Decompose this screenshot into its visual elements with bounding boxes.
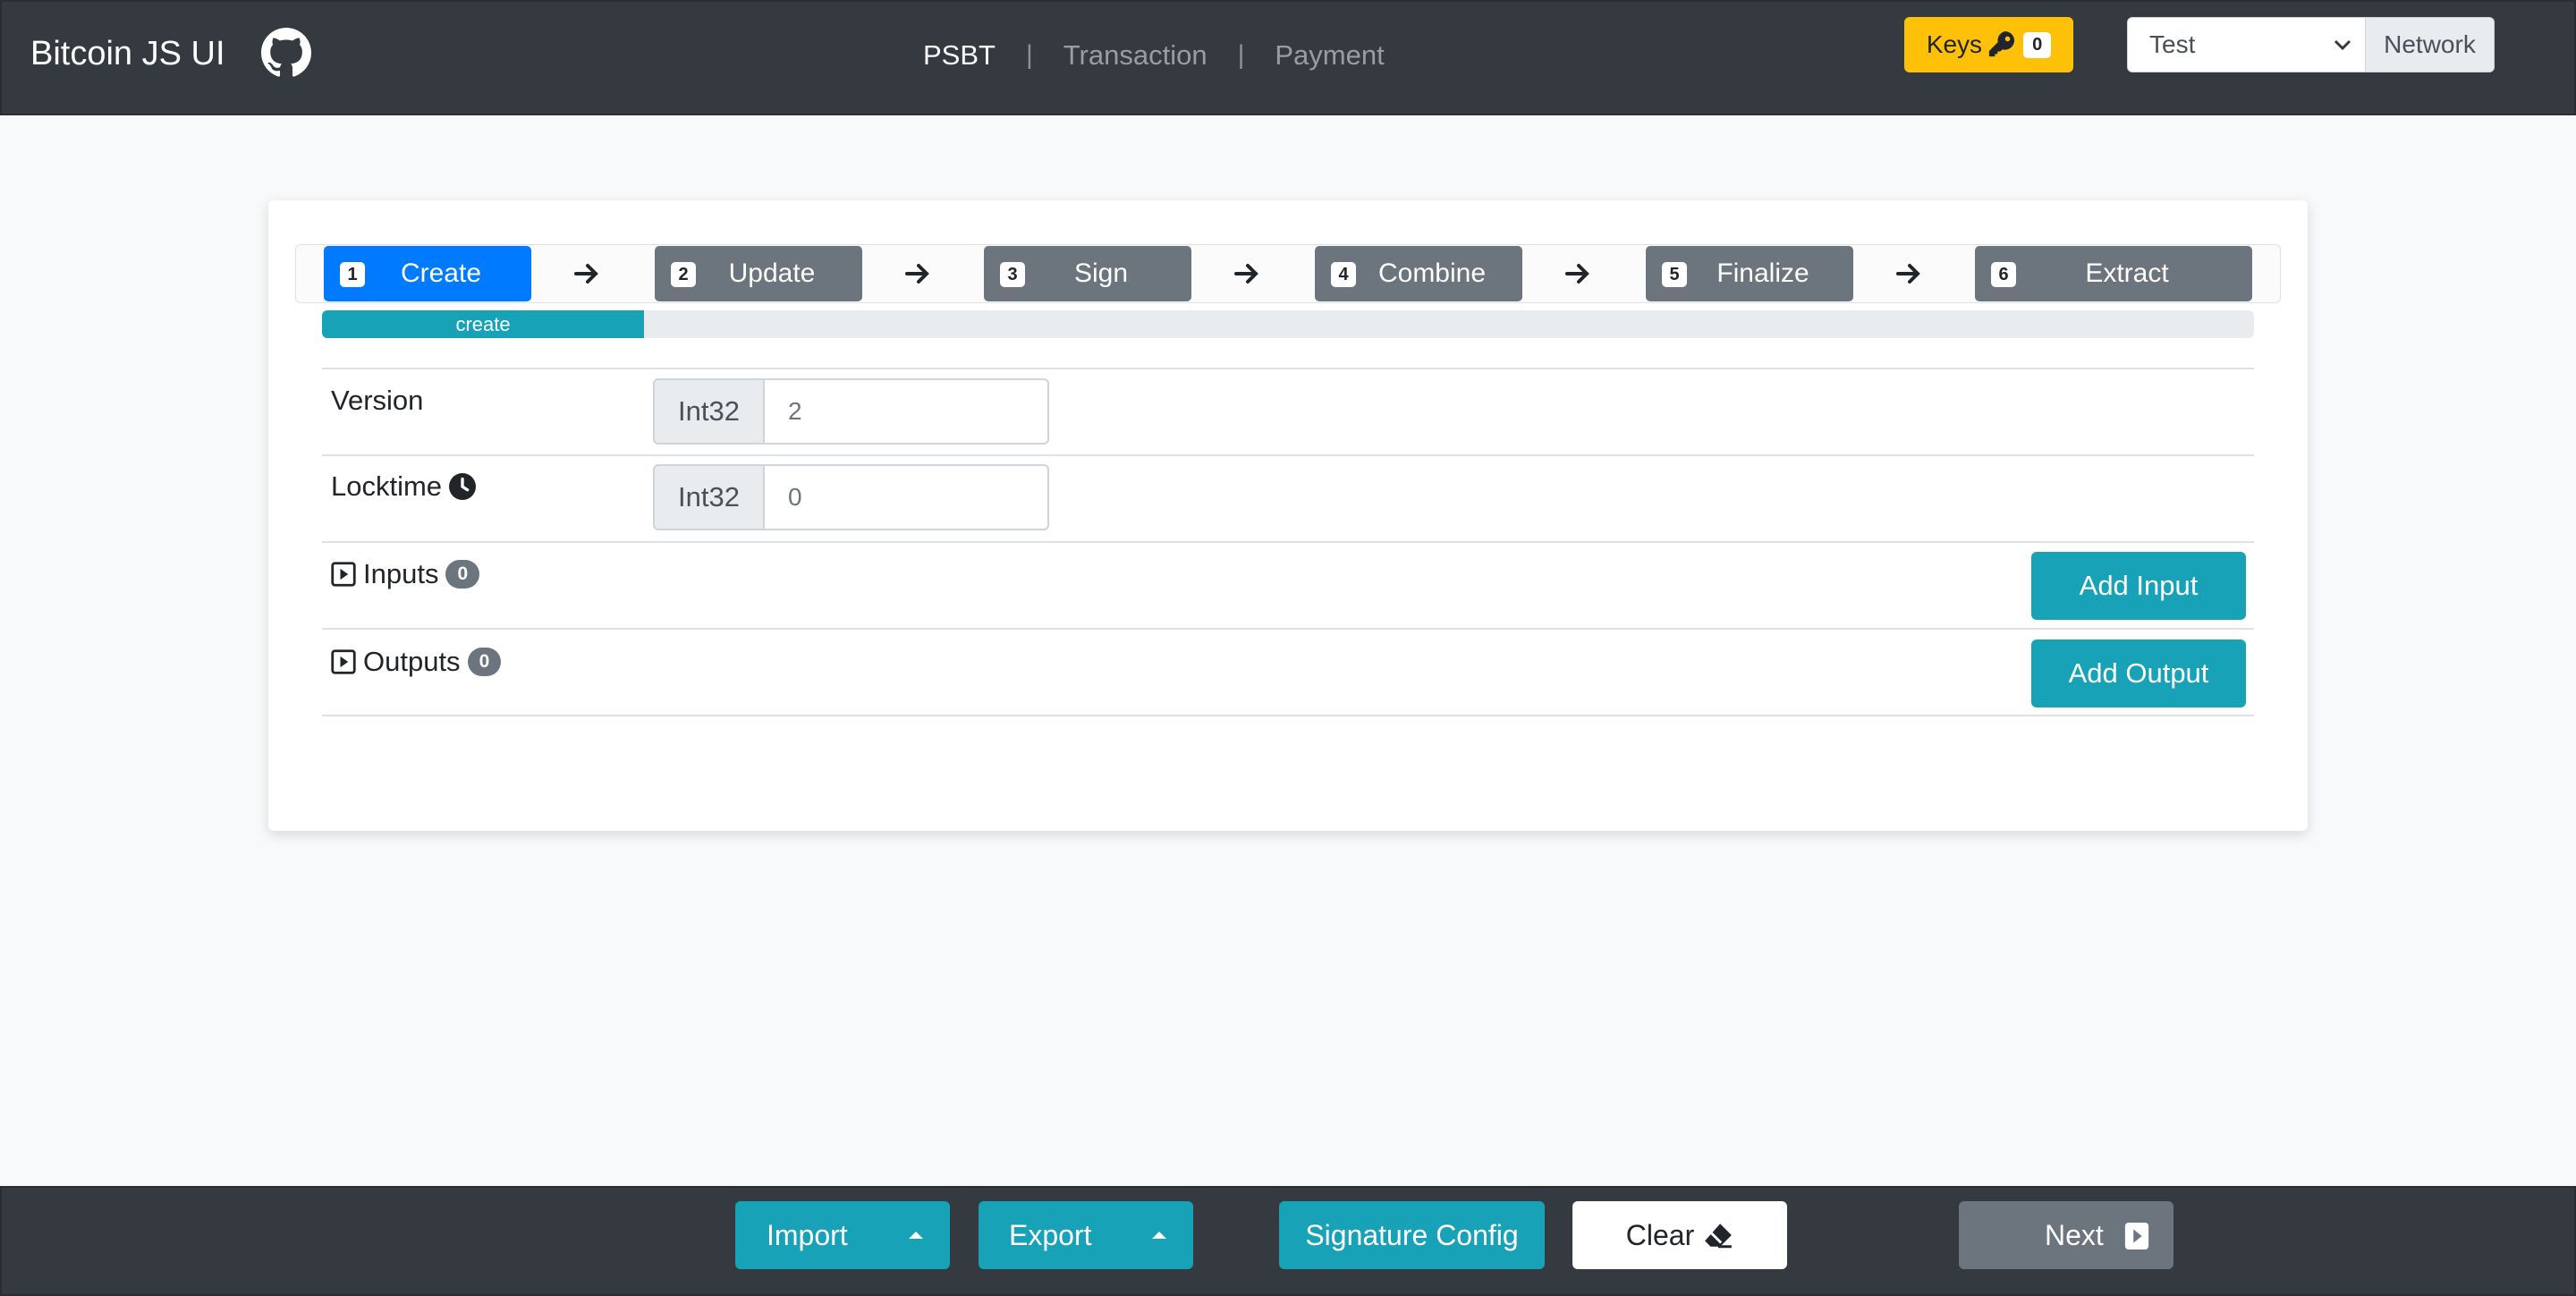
arrow-right-icon (1896, 264, 1920, 284)
step-update[interactable]: 2 Update (655, 246, 862, 301)
caret-up-icon (1152, 1232, 1166, 1239)
caret-up-icon (909, 1232, 923, 1239)
export-button[interactable]: Export (979, 1201, 1193, 1269)
main-nav: PSBT | Transaction | Payment (923, 34, 1385, 77)
keys-button[interactable]: Keys 0 (1904, 17, 2073, 72)
caret-right-square-icon (2124, 1223, 2149, 1249)
locktime-input-group: Int32 0 (653, 464, 1049, 530)
row-divider (322, 368, 2254, 369)
step-sign[interactable]: 3 Sign (984, 246, 1191, 301)
caret-right-square-icon (331, 649, 356, 674)
nav-psbt[interactable]: PSBT (923, 39, 996, 72)
caret-right-square-icon (331, 562, 356, 587)
next-button[interactable]: Next (1959, 1201, 2174, 1269)
version-input[interactable]: 2 (765, 378, 1049, 445)
network-select[interactable]: Test (2127, 17, 2366, 72)
version-input-group: Int32 2 (653, 378, 1049, 445)
inputs-toggle[interactable]: Inputs 0 (331, 556, 480, 592)
network-selected-value: Test (2149, 30, 2196, 58)
inputs-label: Inputs (363, 558, 439, 589)
version-label: Version (331, 385, 424, 416)
arrow-right-icon (574, 264, 598, 284)
step-combine[interactable]: 4 Combine (1315, 246, 1522, 301)
clear-button[interactable]: Clear (1572, 1201, 1787, 1269)
arrow-right-icon (905, 264, 929, 284)
outputs-count-badge: 0 (467, 648, 502, 676)
github-icon[interactable] (261, 28, 311, 78)
inputs-count-badge: 0 (445, 560, 480, 589)
outputs-toggle[interactable]: Outputs 0 (331, 644, 502, 680)
locktime-type-addon: Int32 (653, 464, 765, 530)
step-label: Update (728, 258, 816, 288)
clear-label: Clear (1625, 1218, 1695, 1251)
import-button[interactable]: Import (735, 1201, 950, 1269)
step-extract[interactable]: 6 Extract (1975, 246, 2252, 301)
row-divider (322, 715, 2254, 716)
network-addon-label: Network (2366, 17, 2495, 72)
clock-icon[interactable] (449, 473, 477, 500)
brand-title[interactable]: Bitcoin JS UI (30, 29, 225, 79)
export-label: Export (1009, 1218, 1092, 1251)
eraser-icon (1705, 1224, 1733, 1249)
add-input-button[interactable]: Add Input (2031, 552, 2246, 620)
row-divider (322, 541, 2254, 543)
step-label: Create (400, 258, 482, 288)
outputs-label: Outputs (363, 646, 461, 677)
step-progress: create (322, 310, 2254, 338)
progress-bar: create (322, 310, 645, 338)
nav-payment[interactable]: Payment (1275, 39, 1384, 72)
row-divider (322, 454, 2254, 456)
chevron-down-icon (2334, 39, 2351, 51)
next-label: Next (2045, 1218, 2104, 1251)
arrow-right-icon (1565, 264, 1589, 284)
arrow-right-icon (1234, 264, 1258, 284)
signature-config-button[interactable]: Signature Config (1279, 1201, 1545, 1269)
nav-separator: | (1025, 40, 1033, 70)
add-output-button[interactable]: Add Output (2031, 640, 2246, 707)
nav-transaction[interactable]: Transaction (1063, 39, 1208, 72)
step-create[interactable]: 1 Create (324, 246, 531, 301)
version-type-addon: Int32 (653, 378, 765, 445)
key-icon (1988, 31, 2015, 57)
keys-count-badge: 0 (2023, 31, 2052, 58)
locktime-label-text: Locktime (331, 470, 443, 502)
step-label: Finalize (1716, 258, 1809, 288)
nav-separator: | (1237, 40, 1245, 70)
locktime-label: Locktime (331, 469, 477, 504)
step-label: Sign (1073, 258, 1129, 288)
step-label: Combine (1377, 258, 1487, 288)
step-finalize[interactable]: 5 Finalize (1646, 246, 1853, 301)
locktime-input[interactable]: 0 (765, 464, 1049, 530)
network-selector: Test Network (2127, 17, 2495, 72)
keys-label: Keys (1926, 30, 1983, 58)
import-label: Import (767, 1218, 848, 1251)
step-label: Extract (2085, 258, 2169, 288)
row-divider (322, 628, 2254, 630)
